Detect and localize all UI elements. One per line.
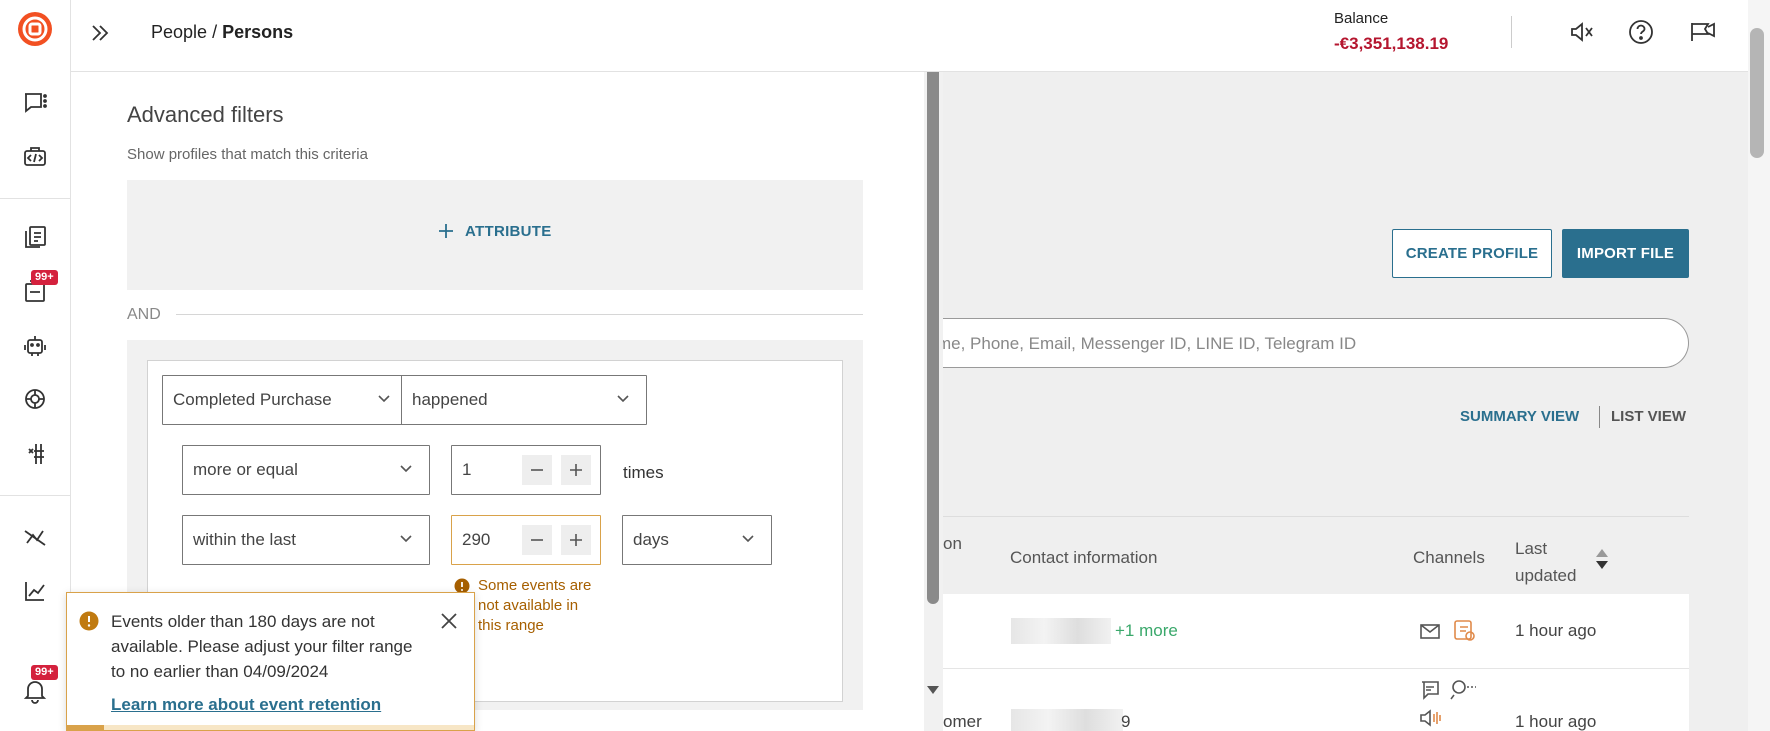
notifications-badge: 99+: [31, 665, 58, 680]
expand-sidebar-icon[interactable]: [89, 22, 111, 44]
decrement-button[interactable]: [522, 455, 552, 485]
warning-icon: [79, 611, 99, 631]
column-header-contact[interactable]: Contact information: [1010, 548, 1157, 568]
chevron-down-icon: [399, 534, 413, 544]
column-header-name[interactable]: on: [943, 534, 962, 554]
integrations-icon[interactable]: [16, 518, 54, 556]
chevron-down-icon: [399, 464, 413, 474]
panel-title: Advanced filters: [127, 102, 284, 127]
developer-tools-icon[interactable]: [16, 138, 54, 176]
times-label: times: [623, 463, 664, 482]
analytics-icon[interactable]: [16, 572, 54, 610]
mute-icon[interactable]: [1567, 18, 1595, 46]
toast-progress-bar: [67, 725, 474, 730]
breadcrumb-parent[interactable]: People: [151, 22, 207, 42]
table-row[interactable]: omer 9 1 hour ago: [943, 669, 1689, 731]
occurrence-select-value: happened: [412, 390, 488, 409]
search-placeholder: me, Phone, Email, Messenger ID, LINE ID,…: [937, 334, 1357, 353]
list-view-tab[interactable]: LIST VIEW: [1611, 408, 1686, 425]
toast-progress-fill: [67, 725, 104, 730]
announcements-icon[interactable]: [1688, 18, 1718, 46]
top-bar: People / Persons Balance -€3,351,138.19: [71, 0, 1770, 72]
breadcrumb-separator: /: [207, 22, 223, 42]
add-attribute-label: ATTRIBUTE: [465, 222, 552, 240]
scroll-down-arrow-icon[interactable]: [925, 684, 941, 696]
bot-icon[interactable]: [16, 326, 54, 364]
decrement-button[interactable]: [522, 525, 552, 555]
comparison-select[interactable]: more or equal: [182, 445, 430, 495]
and-separator-label: AND: [127, 306, 161, 323]
import-file-button[interactable]: IMPORT FILE: [1562, 229, 1689, 278]
chevron-down-icon: [616, 394, 630, 404]
breadcrumb-current: Persons: [222, 22, 294, 42]
event-select[interactable]: Completed Purchase: [162, 375, 408, 425]
email-channel-icon: [1419, 620, 1441, 642]
occurrence-select[interactable]: happened: [401, 375, 647, 425]
plus-icon: [437, 222, 455, 240]
templates-icon[interactable]: [16, 218, 54, 256]
event-retention-link[interactable]: Learn more about event retention: [111, 695, 381, 715]
contact-cell: 9: [1121, 712, 1131, 731]
left-rail: 99+ 99+: [0, 0, 71, 731]
balance-label: Balance: [1334, 10, 1389, 27]
chevron-down-icon: [377, 394, 391, 404]
page-scrollbar-thumb[interactable]: [1750, 28, 1764, 158]
column-header-channels[interactable]: Channels: [1413, 548, 1485, 568]
time-window-select-value: within the last: [193, 530, 296, 549]
conversations-icon[interactable]: [16, 84, 54, 122]
add-attribute-button[interactable]: ATTRIBUTE: [437, 222, 552, 240]
panel-subtitle: Show profiles that match this criteria: [127, 146, 368, 163]
chat-channel-icon: [1419, 679, 1441, 701]
range-stepper[interactable]: 290: [451, 515, 601, 565]
close-icon[interactable]: [437, 609, 461, 633]
brand-logo-icon[interactable]: [16, 10, 54, 48]
sms-channel-icon: [1452, 618, 1476, 642]
event-retention-toast: Events older than 180 days are not avail…: [66, 592, 475, 731]
table-row[interactable]: +1 more 1 hour ago: [943, 594, 1689, 669]
summary-view-tab[interactable]: SUMMARY VIEW: [1460, 408, 1579, 425]
ai-icon[interactable]: [16, 380, 54, 418]
panel-scrollbar-thumb[interactable]: [927, 72, 939, 604]
event-select-value: Completed Purchase: [173, 390, 332, 409]
hashtag-icon[interactable]: [16, 434, 54, 472]
contact-more-link[interactable]: +1 more: [1115, 621, 1178, 641]
range-value[interactable]: 290: [462, 530, 490, 550]
column-header-last-updated[interactable]: Last updated: [1515, 535, 1595, 589]
unit-select-value: days: [633, 530, 669, 549]
help-icon[interactable]: [1627, 18, 1655, 46]
breadcrumb: People / Persons: [151, 22, 293, 43]
count-stepper[interactable]: 1: [451, 445, 601, 495]
count-value[interactable]: 1: [462, 460, 471, 480]
last-updated-cell: 1 hour ago: [1515, 621, 1597, 640]
comparison-select-value: more or equal: [193, 460, 298, 479]
time-window-select[interactable]: within the last: [182, 515, 430, 565]
voice-channel-icon: [1419, 707, 1443, 729]
increment-button[interactable]: [561, 455, 591, 485]
create-profile-button[interactable]: CREATE PROFILE: [1392, 229, 1552, 278]
range-warning: Some events are not available in this ra…: [454, 576, 594, 636]
unit-select[interactable]: days: [622, 515, 772, 565]
sort-icon[interactable]: [1594, 547, 1610, 571]
increment-button[interactable]: [561, 525, 591, 555]
lookup-channel-icon: [1449, 677, 1477, 701]
inbox-badge: 99+: [31, 270, 58, 285]
attribute-filter-area: ATTRIBUTE: [127, 180, 863, 290]
range-warning-text: Some events are not available in this ra…: [478, 577, 592, 634]
chevron-down-icon: [741, 534, 755, 544]
search-input[interactable]: me, Phone, Email, Messenger ID, LINE ID,…: [935, 318, 1689, 368]
balance-value: -€3,351,138.19: [1334, 34, 1449, 53]
toast-message: Events older than 180 days are not avail…: [111, 612, 413, 681]
last-updated-cell: 1 hour ago: [1515, 712, 1597, 731]
name-cell: omer: [943, 712, 982, 731]
table-header: on Contact information Channels Last upd…: [943, 516, 1689, 594]
